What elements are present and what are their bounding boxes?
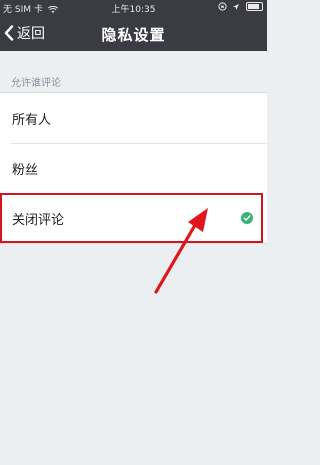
page-title: 隐私设置 [101,26,166,44]
option-everyone[interactable]: 所有人 [0,93,267,143]
status-right [218,2,263,12]
checkmark-icon [241,212,253,224]
orientation-lock-icon [218,2,227,11]
option-disable-comments[interactable]: 关闭评论 [0,193,263,243]
option-label: 所有人 [12,112,52,128]
section-header: 允许谁评论 [11,78,61,89]
navigation-bar: 返回 隐私设置 [0,15,267,51]
status-bar: 无 SIM 卡 上午10:35 [0,0,267,15]
option-label: 关闭评论 [12,212,65,228]
red-arrow-annotation [154,208,208,294]
option-label: 粉丝 [12,162,39,178]
location-icon [233,3,240,10]
comment-permission-list: 所有人 粉丝 关闭评论 [0,92,267,244]
option-fans[interactable]: 粉丝 [0,143,267,193]
battery-icon [246,2,263,11]
